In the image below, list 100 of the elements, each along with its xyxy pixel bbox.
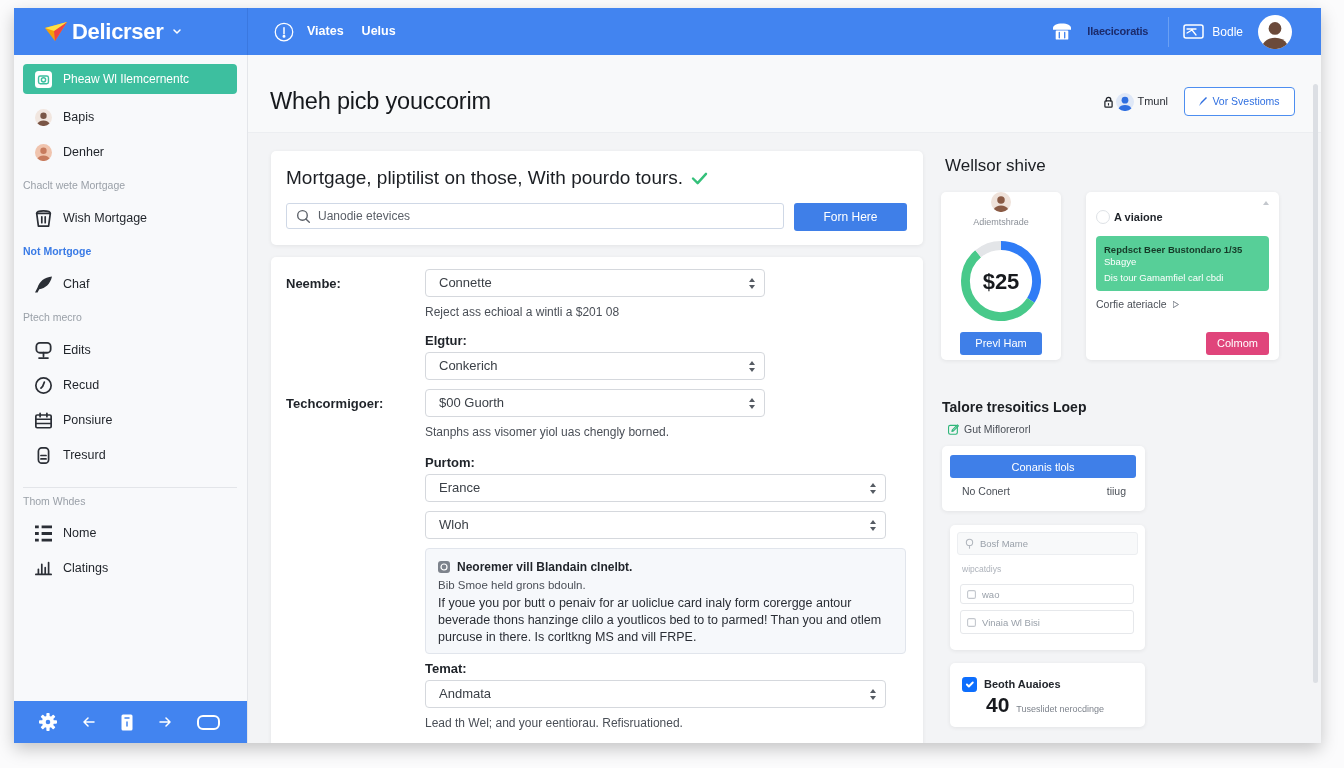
field-label: Purtom:	[425, 455, 475, 471]
account-name: Bodle	[1212, 23, 1243, 41]
input-field[interactable]: wao	[960, 584, 1134, 605]
caption-text: wipcatdiys	[962, 564, 1003, 575]
input-field[interactable]: Vinaia Wl Bisi	[960, 610, 1134, 635]
sort-icon	[749, 360, 755, 372]
secondary-button[interactable]: Colmom	[1206, 332, 1269, 355]
info-icon[interactable]	[274, 21, 294, 42]
note-text: If youe you por butt o penaiv for ar uoliclue card inaly form corergge antour beverade thons hanzinge clilo a youtlicos bed to to parmed! Than you and otlem purcuse in there. Is corltkng MS and vill FRPE.	[438, 595, 883, 646]
arrow-left-icon[interactable]	[83, 717, 95, 727]
sidebar-item[interactable]: Chaf	[23, 267, 237, 302]
search-field[interactable]: Uanodie etevices	[286, 203, 784, 229]
action-button[interactable]: Vor Svestioms	[1184, 87, 1295, 116]
phone-icon[interactable]	[121, 713, 133, 731]
banner-text: Sbagye	[1104, 255, 1138, 268]
sort-icon	[870, 688, 876, 700]
sidebar-item[interactable]: Wish Mortgage	[23, 201, 237, 236]
sidebar-item[interactable]: Denher	[23, 135, 237, 170]
tag-text: tiiug	[1106, 484, 1126, 499]
dropdown[interactable]: Connette	[425, 269, 765, 297]
sort-icon	[749, 277, 755, 289]
dropdown[interactable]: Erance	[425, 474, 886, 502]
banner-text: Dis tour Gamamfiel carl cbdi	[1104, 271, 1225, 284]
avatar-icon	[991, 192, 1011, 212]
card-title: Mortgage, pliptilist on those, With pourdo tours.	[286, 166, 684, 190]
dropdown[interactable]: $00 Guorth	[425, 389, 765, 417]
sidebar-item[interactable]: Recud	[23, 368, 237, 403]
pen-icon	[1199, 97, 1208, 106]
nav-link[interactable]: Uelus	[361, 22, 396, 41]
option-label: A viaione	[1114, 210, 1163, 225]
checkbox[interactable]	[962, 677, 977, 692]
sidebar-item[interactable]: Bapis	[23, 100, 237, 135]
settings-icon[interactable]	[39, 713, 57, 731]
sidebar-item[interactable]: Nome	[23, 516, 237, 551]
chart-icon	[35, 560, 52, 577]
field-label: Techcormigoer:	[286, 396, 384, 411]
ring-icon	[438, 561, 450, 573]
sort-icon	[749, 397, 755, 409]
dropdown[interactable]: Wloh	[425, 511, 886, 539]
arrow-icon	[1172, 300, 1179, 308]
logo-icon	[44, 22, 67, 41]
sort-icon	[870, 482, 876, 494]
arrow-right-icon[interactable]	[159, 717, 171, 727]
section-heading: Ptech mecro	[23, 309, 83, 325]
feather-icon	[35, 276, 52, 293]
building-icon[interactable]	[1053, 23, 1072, 40]
edit-icon	[948, 423, 959, 435]
radio-button[interactable]	[1096, 210, 1110, 225]
lock-icon	[1104, 95, 1114, 108]
dropdown[interactable]: Conkerich	[425, 352, 765, 380]
primary-button[interactable]: Conanis tlols	[950, 455, 1136, 479]
caption-text: Adiemtshrade	[973, 216, 1029, 228]
caret-up-icon	[1263, 201, 1269, 205]
field-label: Elgtur:	[425, 333, 467, 349]
sidebar-item[interactable]: Ponsiure	[23, 403, 237, 438]
stat-value: 40	[986, 692, 1010, 717]
toggle-icon[interactable]	[197, 714, 220, 730]
status-text: Ilaecicoratis	[1087, 24, 1149, 40]
nav-link[interactable]: Viates	[307, 22, 344, 41]
square-icon	[967, 589, 976, 599]
help-text: Stanphs ass visomer yiol uas chengly borned.	[425, 424, 670, 440]
chevron-down-icon[interactable]	[173, 29, 182, 34]
sidebar-item[interactable]: Tresurd	[23, 438, 237, 473]
note-title: Neoremer vill Blandain clnelbt.	[457, 559, 633, 575]
sidebar-item[interactable]: Clatings	[23, 551, 237, 586]
help-text: Reject ass echioal a wintli a $201 08	[425, 304, 620, 320]
sort-icon	[870, 519, 876, 531]
caption-text: Tuseslidet nerocdinge	[1016, 702, 1105, 716]
section-heading: Not Mortgoge	[23, 243, 93, 259]
caption-text: No Conert	[962, 484, 1010, 499]
monitor-icon	[35, 342, 52, 359]
subtitle-text: Gut Miflorerorl	[964, 422, 1031, 436]
trash-icon	[35, 210, 52, 227]
field-label: Neembe:	[286, 276, 341, 291]
scrollbar[interactable]	[1313, 84, 1318, 683]
search-icon	[297, 209, 310, 223]
amount-text: $25	[982, 267, 1020, 296]
banner-title: Repdsct Beer Bustondaro 1/35	[1104, 243, 1244, 256]
note-subtitle: Bib Smoe held grons bdouln.	[438, 578, 587, 593]
sidebar-item[interactable]: Edits	[23, 333, 237, 368]
square-icon	[967, 617, 976, 627]
section-title: Wellsor shive	[945, 155, 1047, 177]
dropdown[interactable]: Andmata	[425, 680, 886, 708]
pin-icon	[965, 538, 974, 550]
card-icon[interactable]	[1183, 24, 1205, 39]
search-field[interactable]: Bosf Mame	[957, 532, 1138, 556]
text-link[interactable]: Corfie ateriacle	[1096, 296, 1179, 313]
user-name: Tmunl	[1137, 94, 1168, 110]
battery-icon	[35, 447, 52, 464]
section-title: Talore tresoitics Loep	[942, 398, 1088, 416]
primary-button[interactable]: Prevl Ham	[960, 332, 1042, 355]
avatar-icon	[35, 144, 52, 161]
avatar-icon	[1116, 92, 1135, 111]
list-icon	[35, 525, 52, 542]
stat-title: Beoth Auaioes	[984, 677, 1061, 693]
submit-button[interactable]: Forn Here	[794, 203, 907, 231]
page-title: Wheh picb youccorim	[270, 87, 491, 116]
camera-icon	[35, 70, 52, 88]
avatar-icon[interactable]	[1258, 14, 1292, 49]
app-name: Delicrser	[72, 20, 164, 43]
